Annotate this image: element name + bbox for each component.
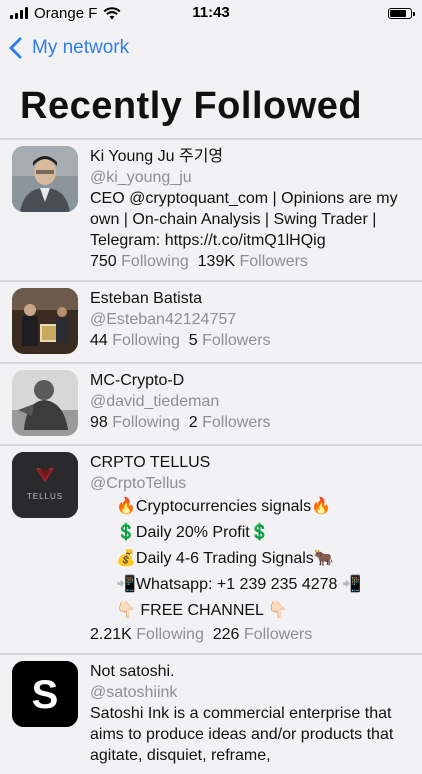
list-item[interactable]: Ki Young Ju 주기영 @ki_young_ju CEO @crypto… xyxy=(0,140,422,282)
tellus-logo-text: TELLUS xyxy=(27,492,63,501)
user-handle: @ki_young_ju xyxy=(90,169,192,186)
following-label: Following xyxy=(136,626,204,643)
bio-line: 📲Whatsapp: +1 239 235 4278 📲 xyxy=(116,576,362,593)
user-bio: CEO @cryptoquant_com | Opinions are my o… xyxy=(90,190,398,249)
user-name: Esteban Batista xyxy=(90,290,203,307)
user-name: Ki Young Ju 주기영 xyxy=(90,148,224,165)
followers-label: Followers xyxy=(202,414,271,431)
user-stats: 98 Following 2 Followers xyxy=(90,412,412,433)
status-bar: Orange F 11:43 xyxy=(0,0,422,26)
carrier-label: Orange F xyxy=(34,4,98,22)
user-info: Not satoshi. @satoshiink Satoshi Ink is … xyxy=(90,661,412,766)
avatar-photo xyxy=(12,146,78,212)
following-count: 98 xyxy=(90,414,108,431)
following-count: 44 xyxy=(90,332,108,349)
followers-count: 226 xyxy=(212,626,240,643)
user-bio: Satoshi Ink is a commercial enterprise t… xyxy=(90,705,394,764)
avatar-photo xyxy=(12,288,78,354)
following-count: 2.21K xyxy=(90,626,132,643)
user-info: Esteban Batista @Esteban42124757 44 Foll… xyxy=(90,288,412,354)
following-label: Following xyxy=(121,253,189,270)
user-handle: @CrptoTellus xyxy=(90,475,187,492)
following-label: Following xyxy=(112,332,180,349)
list-item[interactable]: MC-Crypto-D @david_tiedeman 98 Following… xyxy=(0,364,422,446)
avatar[interactable] xyxy=(12,146,78,212)
user-handle: @Esteban42124757 xyxy=(90,311,237,328)
wifi-icon xyxy=(103,6,121,19)
cellular-signal-icon xyxy=(10,7,28,19)
avatar[interactable] xyxy=(12,370,78,436)
chevron-left-icon xyxy=(9,37,22,59)
user-handle: @satoshiink xyxy=(90,684,178,701)
followers-label: Followers xyxy=(202,332,271,349)
user-name: Not satoshi. xyxy=(90,663,175,680)
back-button-label: My network xyxy=(32,37,130,58)
tellus-logo: TELLUS xyxy=(12,452,78,518)
page-title: Recently Followed xyxy=(20,85,363,127)
user-stats: 750 Following 139K Followers xyxy=(90,251,412,272)
list-item[interactable]: Esteban Batista @Esteban42124757 44 Foll… xyxy=(0,282,422,364)
user-name: CRPTO TELLUS xyxy=(90,454,211,471)
avatar[interactable]: S xyxy=(12,661,78,727)
user-stats: 44 Following 5 Followers xyxy=(90,330,412,351)
satoshi-logo: S xyxy=(12,661,78,727)
followers-label: Followers xyxy=(239,253,308,270)
user-info: MC-Crypto-D @david_tiedeman 98 Following… xyxy=(90,370,412,436)
bio-line: 👇🏻 FREE CHANNEL 👇🏻 xyxy=(116,602,288,619)
followers-label: Followers xyxy=(243,626,313,643)
avatar-photo xyxy=(12,370,78,436)
followers-count: 2 xyxy=(188,414,198,431)
avatar[interactable]: TELLUS xyxy=(12,452,78,518)
back-button[interactable]: My network xyxy=(8,37,129,59)
battery-icon xyxy=(388,7,415,19)
list-item[interactable]: S Not satoshi. @satoshiink Satoshi Ink i… xyxy=(0,655,422,774)
user-name: MC-Crypto-D xyxy=(90,372,185,389)
status-left: Orange F xyxy=(10,5,121,22)
user-info: CRPTO TELLUS @CrptoTellus 🔥Cryptocurrenc… xyxy=(90,452,412,645)
battery-fill xyxy=(390,9,407,17)
navigation-bar: My network xyxy=(0,26,422,70)
satoshi-logo-text: S xyxy=(32,673,59,717)
followers-count: 5 xyxy=(188,332,198,349)
followers-count: 139K xyxy=(197,253,236,270)
user-stats: 2.21K Following 226 Followers xyxy=(90,624,412,645)
bio-line: 💰Daily 4-6 Trading Signals🐂 xyxy=(116,550,334,567)
user-bio: 🔥Cryptocurrencies signals🔥 💲Daily 20% Pr… xyxy=(90,494,412,624)
bio-line: 💲Daily 20% Profit💲 xyxy=(116,524,270,541)
user-handle: @david_tiedeman xyxy=(90,393,220,410)
list-item[interactable]: TELLUS CRPTO TELLUS @CrptoTellus 🔥Crypto… xyxy=(0,446,422,655)
bio-line: 🔥Cryptocurrencies signals🔥 xyxy=(116,498,332,515)
user-info: Ki Young Ju 주기영 @ki_young_ju CEO @crypto… xyxy=(90,146,412,272)
following-count: 750 xyxy=(90,253,117,270)
avatar[interactable] xyxy=(12,288,78,354)
following-label: Following xyxy=(112,414,180,431)
followed-list: Ki Young Ju 주기영 @ki_young_ju CEO @crypto… xyxy=(0,138,422,774)
